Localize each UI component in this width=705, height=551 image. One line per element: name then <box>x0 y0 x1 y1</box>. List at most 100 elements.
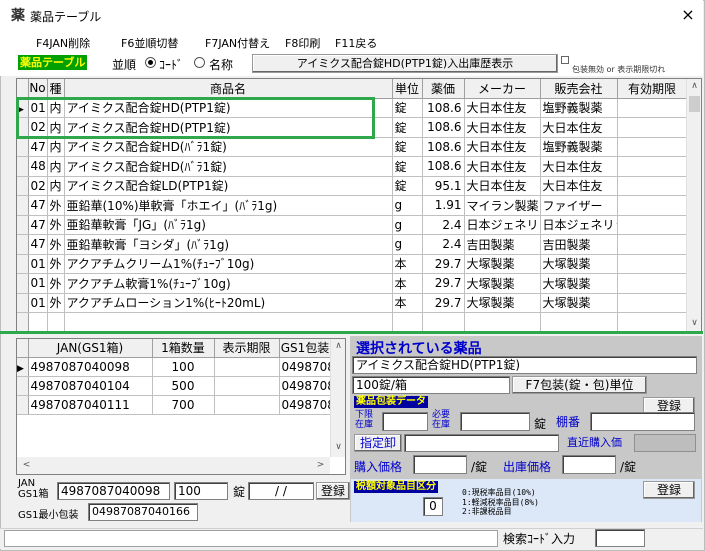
jan-cell-expiry <box>214 357 280 377</box>
jan-scroll-up-icon[interactable]: ∧ <box>331 339 346 354</box>
cell-seller: 大日本住友 <box>540 156 618 177</box>
tax-register-button[interactable]: 登録 <box>643 481 695 499</box>
table-row[interactable]: 47外亜鉛華軟膏「JG」(ﾊﾞﾗ1g)g2.4日本ジェネリック日本ジェネリック <box>17 215 688 235</box>
scroll-down-icon[interactable]: ∨ <box>687 316 702 331</box>
f7-package-unit-button[interactable]: F7包装(錠・包)単位 <box>512 376 647 394</box>
shelf-input[interactable] <box>590 412 695 431</box>
window-title: 薬品テーブル <box>30 10 102 24</box>
jan-scroll-left-icon[interactable]: < <box>19 458 34 473</box>
menu-back[interactable]: F11戻る <box>335 35 377 51</box>
cell-name: アイミクス配合錠HD(PTP1錠) <box>64 117 393 138</box>
jan-header-expiry[interactable]: 表示期限 <box>214 339 280 358</box>
scroll-thumb[interactable] <box>689 96 700 112</box>
header-maker[interactable]: メーカー <box>464 79 541 99</box>
empty-cell <box>392 312 423 332</box>
cell-expiry <box>617 273 688 294</box>
drug-table: No 種 商品名 単位 薬価 メーカー 販売会社 有効期限 ▶ 01 内アイミクス配… <box>16 78 702 333</box>
history-button[interactable]: アイミクス配合錠HD(PTP1錠)入出庫歴表示 <box>252 54 558 73</box>
header-type[interactable]: 種 <box>47 79 65 99</box>
cell-price: 1.91 <box>422 195 465 216</box>
cell-type: 内 <box>47 117 65 138</box>
jan-scroll-right-icon[interactable]: > <box>313 458 328 473</box>
jan-row-indicator: ▶ <box>17 357 29 377</box>
cell-name: アイミクス配合錠HD(PTP1錠) <box>64 98 393 118</box>
gs1-box-label: GS1箱 <box>18 489 49 500</box>
cell-unit: 本 <box>392 254 423 274</box>
cell-type: 外 <box>47 234 65 255</box>
sort-radio-code[interactable] <box>145 57 156 68</box>
current-row-pointer-icon: ▶ <box>17 363 24 374</box>
table-row[interactable]: 01 外アクアチムローション1%(ﾋｰﾄ20mL) 本 29.7 大塚製薬 大塚製薬 <box>17 293 688 313</box>
tax-category-input[interactable]: 0 <box>423 497 443 516</box>
cell-price: 29.7 <box>422 293 465 313</box>
search-code-input[interactable] <box>595 529 645 547</box>
row-indicator <box>17 117 29 138</box>
cell-price: 108.6 <box>422 137 465 157</box>
table-row[interactable]: 02 内アイミクス配合錠HD(PTP1錠) 錠 108.6 大日本住友 大日本住友 <box>17 117 688 138</box>
jan-cell-gs1: 0498708 <box>279 376 332 396</box>
jan-input[interactable]: 4987087040098 <box>57 482 170 500</box>
needed-stock-input[interactable] <box>460 412 530 431</box>
drug-table-scrollbar[interactable]: ∧ ∨ <box>686 79 701 332</box>
lower-stock-input[interactable] <box>382 412 428 431</box>
jan-cell-jan: 4987087040104 <box>28 376 153 396</box>
jan-scroll-down-icon[interactable]: ∨ <box>331 440 346 455</box>
recent-price-label: 直近購入価 <box>567 436 622 449</box>
menu-sort-toggle[interactable]: F6並順切替 <box>121 35 178 51</box>
header-no[interactable]: No <box>28 79 48 99</box>
designated-wholesaler-button[interactable]: 指定卸 <box>354 434 402 452</box>
scroll-up-icon[interactable]: ∧ <box>687 79 702 94</box>
header-name[interactable]: 商品名 <box>64 79 393 99</box>
cell-no: 47 <box>28 195 48 216</box>
header-price[interactable]: 薬価 <box>422 79 465 99</box>
cell-maker: 大日本住友 <box>464 98 541 118</box>
empty-cell <box>464 312 541 332</box>
jan-table-vscroll[interactable]: ∧ ∨ <box>330 339 345 457</box>
jan-table-row[interactable]: 4987087040104 500 0498708 <box>17 376 332 396</box>
jan-cell-qty: 500 <box>152 376 215 396</box>
cell-expiry <box>617 234 688 255</box>
menu-print[interactable]: F8印刷 <box>285 35 320 51</box>
jan-header-qty[interactable]: 1箱数量 <box>152 339 215 358</box>
table-row[interactable]: 01 外アクアチムクリーム1%(ﾁｭｰﾌﾞ10g) 本 29.7 大塚製薬 大塚製薬 <box>17 254 688 274</box>
qty-input[interactable]: 100 <box>174 482 228 500</box>
gs1-min-input[interactable]: 04987087040166 <box>88 503 198 521</box>
table-row[interactable]: 47 外亜鉛華(10%)単軟膏「ホエイ」(ﾊﾞﾗ1g) g 1.91 マイラン製薬 ファイ… <box>17 195 688 216</box>
empty-cell <box>28 312 48 332</box>
table-tag: 薬品テーブル <box>18 55 88 70</box>
selected-drug-name: アイミクス配合錠HD(PTP1錠) <box>352 356 697 374</box>
jan-header-gs1[interactable]: GS1包装 <box>279 339 332 358</box>
cell-seller: 大日本住友 <box>540 176 618 196</box>
table-row[interactable]: ▶ 01 内アイミクス配合錠HD(PTP1錠) 錠 108.6 大日本住友 塩野義製薬 <box>17 98 688 118</box>
cell-maker: 日本ジェネリック <box>464 215 541 235</box>
header-seller[interactable]: 販売会社 <box>540 79 618 99</box>
jan-register-button[interactable]: 登録 <box>316 482 350 500</box>
menu-jan-delete[interactable]: F4JAN削除 <box>36 35 90 51</box>
jan-table-row[interactable]: ▶ 4987087040098 100 0498708 <box>17 357 332 377</box>
drug-table-header: No 種 商品名 単位 薬価 メーカー 販売会社 有効期限 <box>17 79 688 99</box>
jan-table-row[interactable]: 4987087040111 700 0498708 <box>17 395 332 415</box>
sort-radio-name[interactable] <box>194 57 205 68</box>
jan-table-hscroll[interactable]: < > <box>17 457 330 474</box>
table-row[interactable]: 47 内アイミクス配合錠HD(ﾊﾞﾗ1錠) 錠 108.6 大日本住友 塩野義製薬 <box>17 137 688 157</box>
cell-no: 01 <box>28 293 48 313</box>
table-row[interactable]: 48 内アイミクス配合錠HD(ﾊﾞﾗ1錠) 錠 108.6 大日本住友 大日本住友 <box>17 156 688 177</box>
cell-price: 95.1 <box>422 176 465 196</box>
jan-cell-qty: 700 <box>152 395 215 415</box>
ship-price-input[interactable] <box>562 455 616 474</box>
needed-stock-label-1: 必要 <box>432 410 451 420</box>
table-row[interactable]: 01 外アクアチム軟膏1%(ﾁｭｰﾌﾞ10g) 本 29.7 大塚製薬 大塚製薬 <box>17 273 688 294</box>
purchase-price-input[interactable] <box>413 455 467 474</box>
menu-jan-toggle[interactable]: F7JAN付替え <box>205 35 270 51</box>
cell-price: 108.6 <box>422 117 465 138</box>
header-unit[interactable]: 単位 <box>392 79 423 99</box>
cell-unit: g <box>392 195 423 216</box>
table-row[interactable]: 02 内アイミクス配合錠LD(PTP1錠) 錠 95.1 大日本住友 大日本住友 <box>17 176 688 196</box>
designated-wholesaler-input[interactable] <box>404 434 559 452</box>
expiry-date-input[interactable]: / / <box>248 482 314 500</box>
empty-cell <box>64 312 393 332</box>
close-button[interactable]: × <box>676 4 700 26</box>
header-expiry[interactable]: 有効期限 <box>617 79 688 99</box>
jan-header-jan[interactable]: JAN(GS1箱) <box>28 339 153 358</box>
table-row[interactable]: 47 外亜鉛華軟膏「ヨシダ」(ﾊﾞﾗ1g) g 2.4 吉田製薬 吉田製薬 <box>17 234 688 255</box>
